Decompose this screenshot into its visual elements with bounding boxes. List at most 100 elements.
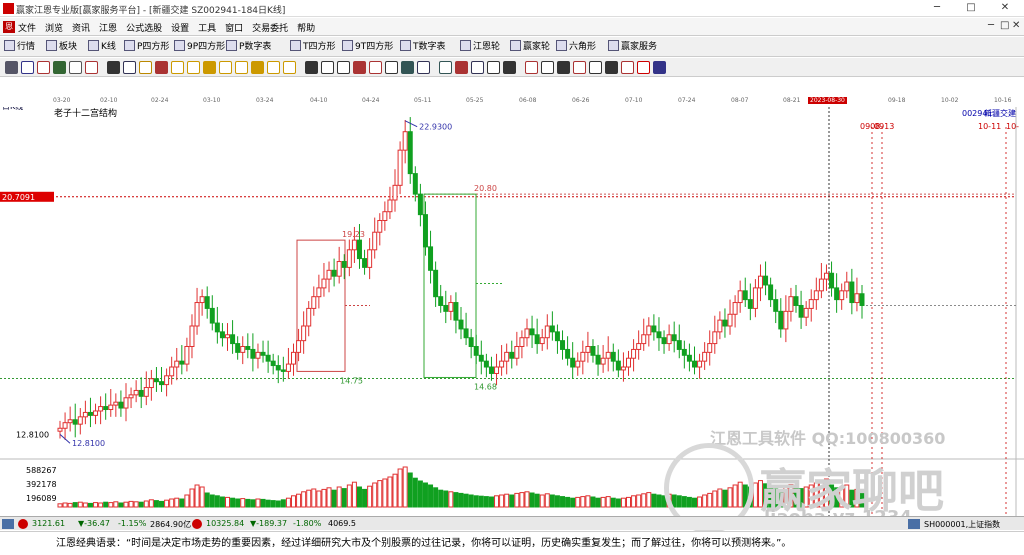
draw-tool-icon-16[interactable]	[267, 61, 280, 74]
toolbar-button-12[interactable]: 赢家服务	[608, 40, 657, 54]
toolbar-button-1[interactable]: 板块	[46, 40, 77, 54]
menu-item-7[interactable]: 窗口	[225, 24, 243, 34]
draw-tool-icon-20[interactable]	[337, 61, 350, 74]
draw-tool-icon-36[interactable]	[605, 61, 618, 74]
dollar-icon	[608, 40, 619, 51]
chart-area[interactable]: 老子十二宫结构 002941 新疆交建 22.9300 12.8100 12.8100 20…	[0, 107, 1024, 533]
draw-tool-icon-29[interactable]	[487, 61, 500, 74]
title-bar: 赢家江恩专业版[赢家服务平台] - [新疆交建 SZ002941-184日K线]…	[0, 0, 1024, 17]
draw-tool-icon-1[interactable]	[21, 61, 34, 74]
toolbar-button-6[interactable]: T四方形	[290, 40, 336, 54]
draw-tool-icon-9[interactable]	[155, 61, 168, 74]
menu-item-8[interactable]: 交易委托	[252, 24, 288, 34]
draw-tool-icon-6[interactable]	[107, 61, 120, 74]
volume-bar	[356, 486, 362, 508]
candle-body	[783, 310, 789, 330]
draw-tool-icon-24[interactable]	[401, 61, 414, 74]
draw-tool-icon-37[interactable]	[621, 61, 634, 74]
candle-body	[306, 307, 312, 327]
menu-item-2[interactable]: 资讯	[72, 24, 90, 34]
candle-body	[595, 354, 601, 365]
candle-body	[443, 304, 449, 312]
draw-tool-icon-28[interactable]	[471, 61, 484, 74]
draw-tool-icon-12[interactable]	[203, 61, 216, 74]
menu-item-3[interactable]: 江恩	[99, 24, 117, 34]
volume-bar	[681, 496, 687, 508]
sh-index-icon	[18, 519, 28, 529]
toolbar-button-8[interactable]: T数字表	[400, 40, 446, 54]
draw-tool-icon-2[interactable]	[37, 61, 50, 74]
candle-body	[93, 410, 99, 416]
draw-tool-icon-0[interactable]	[5, 61, 18, 74]
draw-tool-icon-34[interactable]	[573, 61, 586, 74]
toolbar-button-2[interactable]: K线	[88, 40, 116, 54]
date-label-0913: 0913	[874, 122, 894, 131]
volume-bar	[351, 481, 357, 508]
draw-tool-icon-33[interactable]	[557, 61, 570, 74]
close-button[interactable]: ✕	[988, 0, 1022, 17]
draw-tool-icon-7[interactable]	[123, 61, 136, 74]
draw-tool-icon-3[interactable]	[53, 61, 66, 74]
draw-tool-icon-23[interactable]	[385, 61, 398, 74]
draw-tool-icon-38[interactable]	[637, 61, 650, 74]
mdi-close-button[interactable]: ✕	[1012, 20, 1020, 31]
minimize-button[interactable]: ─	[920, 0, 954, 17]
candle-body	[417, 193, 423, 216]
draw-tool-icon-15[interactable]	[251, 61, 264, 74]
mdi-restore-button[interactable]: □	[1000, 20, 1009, 31]
toolbar-button-0[interactable]: 行情	[4, 40, 35, 54]
draw-tool-icon-14[interactable]	[235, 61, 248, 74]
maximize-button[interactable]: □	[954, 0, 988, 17]
menu-item-9[interactable]: 帮助	[297, 24, 315, 34]
index-selector-icon[interactable]	[908, 519, 920, 529]
draw-tool-icon-39[interactable]	[653, 61, 666, 74]
toolbar-button-7[interactable]: 9T四方形	[342, 40, 393, 54]
candle-body	[321, 278, 327, 289]
candle-body	[108, 404, 114, 411]
candle-body	[534, 334, 540, 345]
volume-bar	[859, 491, 865, 508]
volume-bar	[219, 496, 225, 508]
draw-tool-icon-17[interactable]	[283, 61, 296, 74]
menu-item-5[interactable]: 设置	[171, 24, 189, 34]
draw-tool-icon-18[interactable]	[305, 61, 318, 74]
menu-item-4[interactable]: 公式选股	[126, 24, 162, 34]
toolbar-button-5[interactable]: P数字表	[226, 40, 271, 54]
toolbar-button-3[interactable]: P四方形	[124, 40, 169, 54]
toolbar-button-9[interactable]: 江恩轮	[460, 40, 500, 54]
candle-body	[707, 343, 713, 353]
draw-tool-icon-32[interactable]	[541, 61, 554, 74]
candlestick-chart[interactable]: 老子十二宫结构 002941新疆交建22.930012.810012.810020…	[0, 107, 1024, 516]
toolbar-button-4[interactable]: 9P四方形	[174, 40, 225, 54]
draw-tool-icon-4[interactable]	[69, 61, 82, 74]
draw-tool-icon-8[interactable]	[139, 61, 152, 74]
draw-tool-icon-35[interactable]	[589, 61, 602, 74]
main-toolbar: 行情 板块 K线 P四方形 9P四方形 P数字表 T四方形 9T四方形 T数字表 江恩轮 赢家轮 六角…	[0, 37, 1024, 57]
draw-tool-icon-31[interactable]	[525, 61, 538, 74]
draw-tool-icon-19[interactable]	[321, 61, 334, 74]
table-icon[interactable]	[2, 519, 14, 529]
toolbar-button-10[interactable]: 赢家轮	[510, 40, 550, 54]
draw-tool-icon-30[interactable]	[503, 61, 516, 74]
menu-item-1[interactable]: 浏览	[45, 24, 63, 34]
volume-bar	[362, 488, 368, 508]
candle-body	[448, 302, 454, 312]
draw-tool-icon-22[interactable]	[369, 61, 382, 74]
draw-tool-icon-27[interactable]	[455, 61, 468, 74]
draw-tool-icon-13[interactable]	[219, 61, 232, 74]
index-selector[interactable]: SH000001,上证指数	[924, 519, 1000, 530]
draw-tool-icon-11[interactable]	[187, 61, 200, 74]
volume-bar	[605, 496, 611, 508]
draw-tool-icon-26[interactable]	[439, 61, 452, 74]
volume-bar	[367, 485, 373, 508]
draw-tool-icon-21[interactable]	[353, 61, 366, 74]
draw-tool-icon-5[interactable]	[85, 61, 98, 74]
draw-tool-icon-25[interactable]	[417, 61, 430, 74]
menu-item-6[interactable]: 工具	[198, 24, 216, 34]
volume-bar	[169, 498, 175, 508]
candle-body	[164, 375, 170, 386]
draw-tool-icon-10[interactable]	[171, 61, 184, 74]
menu-item-0[interactable]: 文件	[18, 24, 36, 34]
toolbar-button-11[interactable]: 六角形	[556, 40, 596, 54]
mdi-minimize-button[interactable]: ─	[988, 20, 994, 31]
